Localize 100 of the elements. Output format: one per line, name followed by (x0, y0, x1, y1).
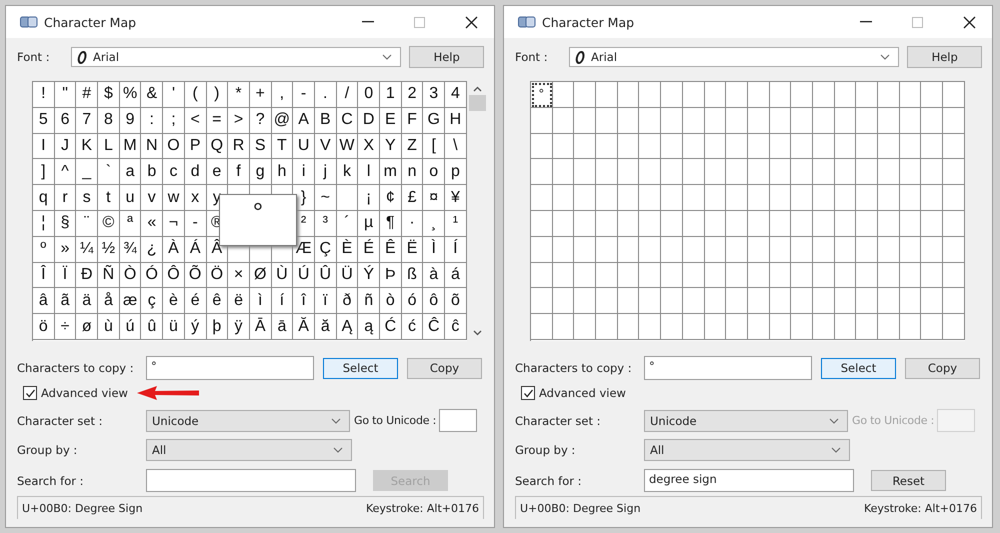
character-cell[interactable]: ¡ (358, 185, 380, 211)
character-cell[interactable]: Ú (293, 262, 315, 288)
advanced-view-checkbox[interactable] (521, 386, 535, 400)
grid-cell[interactable] (661, 210, 683, 237)
character-cell[interactable]: £ (402, 185, 424, 211)
character-cell[interactable]: Ç (314, 236, 337, 263)
character-cell[interactable]: ĉ (445, 314, 467, 340)
character-cell[interactable]: I (33, 134, 55, 160)
grid-cell[interactable] (552, 262, 574, 288)
grid-cell[interactable] (639, 262, 662, 288)
character-cell[interactable]: S (250, 134, 272, 160)
character-cell[interactable]: ă (314, 314, 337, 340)
grid-cell[interactable] (726, 314, 748, 340)
character-cell[interactable]: ¶ (380, 210, 402, 237)
grid-cell[interactable] (878, 159, 900, 186)
character-cell[interactable]: h (272, 159, 294, 186)
grid-cell[interactable] (856, 288, 878, 314)
character-cell[interactable]: w (163, 185, 185, 211)
character-cell[interactable]: 4 (445, 82, 467, 108)
grid-cell[interactable] (900, 108, 922, 134)
character-cell[interactable]: u (120, 185, 142, 211)
character-cell[interactable]: ³ (314, 210, 337, 237)
grid-cell[interactable] (900, 314, 922, 340)
character-cell[interactable]: P (184, 134, 206, 160)
grid-cell[interactable] (770, 159, 792, 186)
grid-cell[interactable] (921, 262, 944, 288)
character-cell[interactable]: F (402, 108, 424, 134)
grid-cell[interactable] (943, 185, 965, 211)
grid-cell[interactable] (618, 314, 640, 340)
grid-cell[interactable] (596, 288, 618, 314)
grid-cell[interactable] (726, 288, 748, 314)
character-cell[interactable]: / (336, 82, 358, 108)
grid-cell[interactable] (770, 236, 792, 263)
grid-cell[interactable] (661, 185, 683, 211)
grid-cell[interactable] (596, 262, 618, 288)
grid-cell[interactable] (900, 134, 922, 160)
grid-cell[interactable] (661, 82, 683, 108)
search-field[interactable]: degree sign (644, 469, 854, 492)
character-cell[interactable]: ° (531, 82, 553, 108)
character-cell[interactable]: s (76, 185, 98, 211)
grid-cell[interactable] (834, 210, 856, 237)
grid-cell[interactable] (531, 159, 553, 186)
grid-cell[interactable] (639, 288, 662, 314)
grid-cell[interactable] (812, 262, 835, 288)
grid-cell[interactable] (661, 236, 683, 263)
grid-cell[interactable] (618, 159, 640, 186)
grid-cell[interactable] (812, 185, 835, 211)
character-cell[interactable]: Þ (380, 262, 402, 288)
grid-cell[interactable] (791, 185, 813, 211)
grid-cell[interactable] (618, 108, 640, 134)
grid-cell[interactable] (770, 108, 792, 134)
character-cell[interactable]: ô (423, 288, 446, 314)
grid-cell[interactable] (552, 288, 574, 314)
grid-cell[interactable] (856, 185, 878, 211)
character-cell[interactable]: n (402, 159, 424, 186)
character-cell[interactable]: % (120, 82, 142, 108)
character-set-dropdown[interactable]: Unicode (644, 410, 848, 432)
grid-cell[interactable] (791, 288, 813, 314)
character-cell[interactable]: ç (141, 288, 164, 314)
group-by-dropdown[interactable]: All (644, 439, 850, 461)
grid-cell[interactable] (791, 314, 813, 340)
character-cell[interactable]: Ĉ (423, 314, 446, 340)
grid-cell[interactable] (726, 159, 748, 186)
grid-cell[interactable] (531, 262, 553, 288)
character-cell[interactable]: ú (120, 314, 142, 340)
grid-cell[interactable] (748, 314, 770, 340)
grid-cell[interactable] (856, 210, 878, 237)
character-cell[interactable]: ½ (98, 236, 120, 263)
character-cell[interactable]: Ù (272, 262, 294, 288)
grid-cell[interactable] (682, 210, 704, 237)
grid-cell[interactable] (878, 108, 900, 134)
grid-cell[interactable] (812, 159, 835, 186)
character-cell[interactable]: 2 (402, 82, 424, 108)
character-cell[interactable]: ¾ (120, 236, 142, 263)
grid-cell[interactable] (856, 159, 878, 186)
grid-cell[interactable] (661, 314, 683, 340)
characters-to-copy-field[interactable]: ° (644, 356, 812, 380)
grid-cell[interactable] (682, 288, 704, 314)
grid-cell[interactable] (531, 288, 553, 314)
search-field[interactable] (146, 469, 356, 492)
character-cell[interactable]: õ (445, 288, 467, 314)
character-cell[interactable]: = (206, 108, 228, 134)
grid-cell[interactable] (596, 82, 618, 108)
character-cell[interactable]: H (445, 108, 467, 134)
grid-cell[interactable] (596, 210, 618, 237)
character-cell[interactable]: - (293, 82, 315, 108)
character-cell[interactable]: & (141, 82, 164, 108)
character-cell[interactable]: ¿ (141, 236, 164, 263)
grid-cell[interactable] (834, 236, 856, 263)
grid-cell[interactable] (639, 185, 662, 211)
character-cell[interactable]: Ă (293, 314, 315, 340)
character-cell[interactable]: m (380, 159, 402, 186)
character-cell[interactable]: C (336, 108, 358, 134)
grid-cell[interactable] (921, 236, 944, 263)
character-cell[interactable]: ; (163, 108, 185, 134)
grid-cell[interactable] (531, 236, 553, 263)
character-cell[interactable]: ] (33, 159, 55, 186)
grid-cell[interactable] (878, 314, 900, 340)
grid-cell[interactable] (531, 314, 553, 340)
character-cell[interactable]: E (380, 108, 402, 134)
